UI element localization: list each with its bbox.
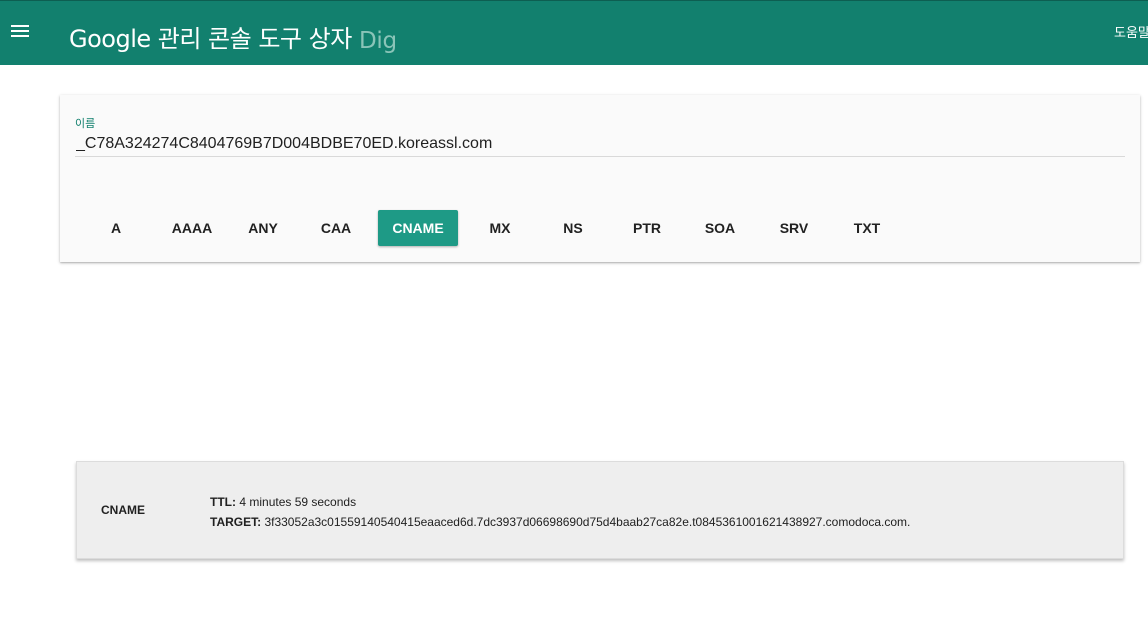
record-type-ptr-button[interactable]: PTR <box>607 210 687 246</box>
record-type-any-button[interactable]: ANY <box>223 210 303 246</box>
ttl-label: TTL: <box>210 495 236 509</box>
record-type-mx-button[interactable]: MX <box>460 210 540 246</box>
record-type-cname-button[interactable]: CNAME <box>378 210 458 246</box>
help-link[interactable]: 도움말 <box>1114 24 1148 44</box>
name-input[interactable] <box>75 133 1125 157</box>
name-field-label: 이름 <box>75 117 96 130</box>
app-title: Google 관리 콘솔 도구 상자 <box>69 25 352 53</box>
record-type-txt-button[interactable]: TXT <box>827 210 907 246</box>
target-line: TARGET: 3f33052a3c01559140540415eaaced6d… <box>210 512 1110 532</box>
tool-name: Dig <box>359 28 397 54</box>
ttl-line: TTL: 4 minutes 59 seconds <box>210 492 1110 512</box>
record-type-soa-button[interactable]: SOA <box>680 210 760 246</box>
result-details: TTL: 4 minutes 59 seconds TARGET: 3f3305… <box>210 492 1110 532</box>
record-type-aaaa-button[interactable]: AAAA <box>152 210 232 246</box>
target-value: 3f33052a3c01559140540415eaaced6d.7dc3937… <box>264 515 911 529</box>
app-bar: Google 관리 콘솔 도구 상자 Dig 도움말 <box>0 0 1148 65</box>
record-type-ns-button[interactable]: NS <box>533 210 613 246</box>
hamburger-menu-icon[interactable] <box>9 22 31 40</box>
target-label: TARGET: <box>210 515 262 529</box>
query-card: 이름 A AAAA ANY CAA CNAME MX NS PTR SOA SR… <box>60 95 1140 262</box>
record-type-caa-button[interactable]: CAA <box>296 210 376 246</box>
ttl-value: 4 minutes 59 seconds <box>239 495 357 509</box>
record-type-srv-button[interactable]: SRV <box>754 210 834 246</box>
record-type-a-button[interactable]: A <box>76 210 156 246</box>
result-card: CNAME TTL: 4 minutes 59 seconds TARGET: … <box>76 461 1124 559</box>
result-record-type: CNAME <box>101 503 145 517</box>
record-type-buttons: A AAAA ANY CAA CNAME MX NS PTR SOA SRV T… <box>76 210 1126 246</box>
